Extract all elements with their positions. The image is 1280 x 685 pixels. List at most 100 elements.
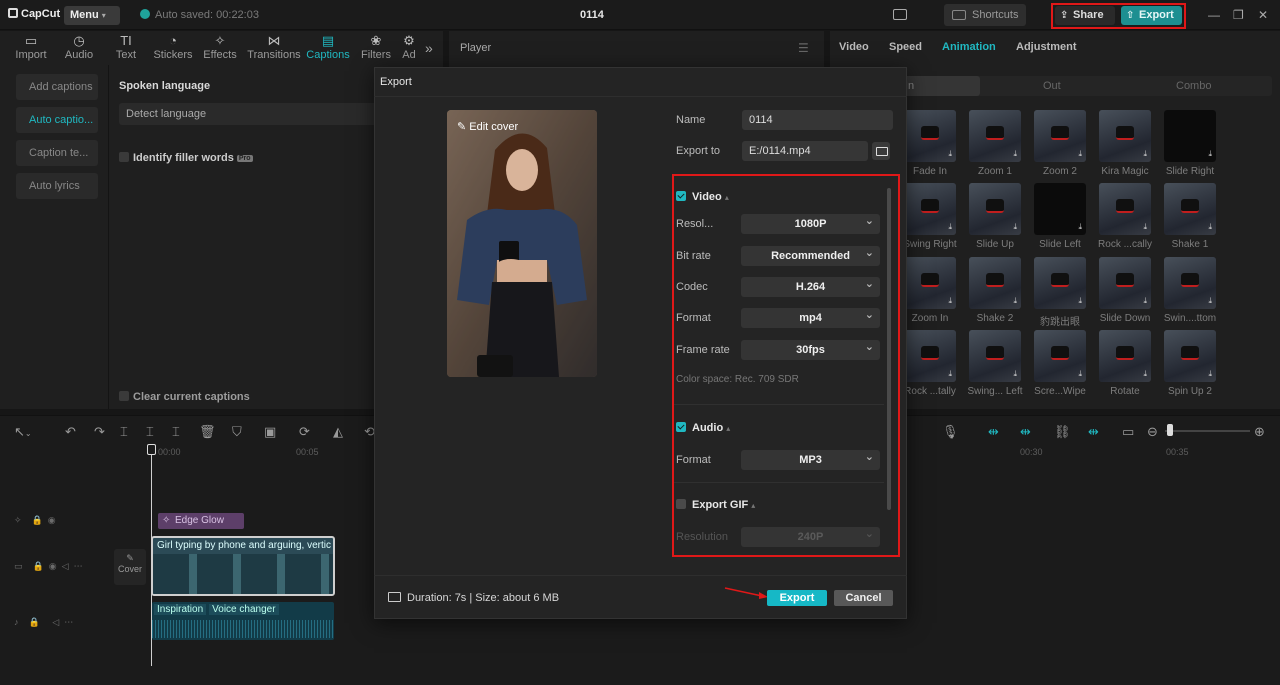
delete-icon[interactable]: 🗑: [199, 424, 216, 440]
side-item-add-captions[interactable]: Add captions: [16, 74, 98, 100]
more-tools-icon[interactable]: »: [425, 40, 433, 56]
playhead-handle[interactable]: [147, 444, 156, 455]
resolution-select[interactable]: 1080P: [741, 211, 880, 234]
animation-thumbnail[interactable]: ⤓: [1034, 257, 1086, 309]
download-icon[interactable]: ⤓: [1013, 149, 1017, 159]
animation-thumbnail[interactable]: ⤓: [1099, 110, 1151, 162]
microphone-icon[interactable]: 🎙: [942, 424, 959, 440]
cancel-button[interactable]: Cancel: [834, 590, 893, 606]
animation-thumbnail[interactable]: ⤓: [1164, 183, 1216, 235]
animation-thumbnail[interactable]: ⤓: [1099, 257, 1151, 309]
folder-icon[interactable]: [872, 142, 890, 160]
tool-transitions[interactable]: ⋈ Transitions: [246, 33, 302, 61]
preview-axis-icon[interactable]: ⇹: [1088, 424, 1099, 440]
animation-thumbnail[interactable]: ⤓: [969, 183, 1021, 235]
video-checkbox[interactable]: [676, 191, 686, 201]
zoom-slider[interactable]: [1165, 430, 1250, 432]
download-icon[interactable]: ⤓: [1143, 222, 1147, 232]
animation-thumbnail[interactable]: ⤓: [969, 110, 1021, 162]
reverse-icon[interactable]: ⟳: [299, 424, 310, 440]
subtab-out[interactable]: Out: [1043, 80, 1061, 92]
edit-cover-button[interactable]: ✎ Edit cover: [457, 120, 518, 133]
split-right-icon[interactable]: ⌶: [172, 424, 180, 440]
auto-snap-icon[interactable]: ⇹: [1020, 424, 1031, 440]
download-icon[interactable]: ⤓: [1013, 222, 1017, 232]
playhead[interactable]: [151, 446, 152, 666]
tab-animation[interactable]: Animation: [942, 41, 996, 53]
animation-thumbnail[interactable]: ⤓: [1099, 183, 1151, 235]
cover-button[interactable]: ✎ Cover: [114, 549, 146, 585]
link-icon[interactable]: ⛓: [1054, 424, 1071, 440]
export-button[interactable]: Export: [767, 590, 827, 606]
caption-icon[interactable]: ▭: [1122, 424, 1134, 440]
main-video-clip[interactable]: Girl typing by phone and arguing, vertic: [151, 536, 335, 596]
download-icon[interactable]: ⤓: [1143, 296, 1147, 306]
animation-thumbnail[interactable]: ⤓: [904, 183, 956, 235]
download-icon[interactable]: ⤓: [1013, 369, 1017, 379]
download-icon[interactable]: ⤓: [1143, 149, 1147, 159]
animation-thumbnail[interactable]: ⤓: [1034, 110, 1086, 162]
minimize-icon[interactable]: —: [1208, 8, 1220, 22]
side-item-caption-template[interactable]: Caption te...: [16, 140, 98, 166]
frame-rate-select[interactable]: 30fps: [741, 337, 880, 360]
mute-icon[interactable]: ◁: [62, 561, 69, 571]
animation-thumbnail[interactable]: ⤓: [904, 257, 956, 309]
download-icon[interactable]: ⤓: [1078, 149, 1082, 159]
download-icon[interactable]: ⤓: [948, 149, 952, 159]
side-item-auto-captions[interactable]: Auto captio...: [16, 107, 98, 133]
close-icon[interactable]: ✕: [1258, 8, 1268, 22]
animation-thumbnail[interactable]: ⤓: [904, 330, 956, 382]
cover-preview[interactable]: [447, 110, 597, 377]
animation-thumbnail[interactable]: ⤓: [969, 257, 1021, 309]
share-button[interactable]: ⇪ Share: [1055, 6, 1115, 25]
more-icon[interactable]: ⋯: [64, 617, 73, 627]
download-icon[interactable]: ⤓: [1208, 222, 1212, 232]
audio-format-select[interactable]: MP3: [741, 447, 880, 470]
download-icon[interactable]: ⤓: [1078, 222, 1082, 232]
animation-thumbnail[interactable]: ⤓: [1099, 330, 1151, 382]
split-icon[interactable]: ⌶: [120, 424, 128, 440]
tab-video[interactable]: Video: [839, 41, 869, 53]
download-icon[interactable]: ⤓: [1208, 369, 1212, 379]
freeze-icon[interactable]: ▣: [264, 424, 276, 440]
download-icon[interactable]: ⤓: [1013, 296, 1017, 306]
main-track-magnet-icon[interactable]: ⇹: [988, 424, 999, 440]
animation-thumbnail[interactable]: ⤓: [1164, 257, 1216, 309]
mark-icon[interactable]: ⛉: [232, 424, 242, 440]
layout-icon[interactable]: [893, 9, 907, 20]
zoom-slider-handle[interactable]: [1167, 424, 1173, 436]
redo-icon[interactable]: ↷: [94, 424, 105, 440]
name-input[interactable]: 0114: [742, 110, 893, 130]
download-icon[interactable]: ⤓: [1143, 369, 1147, 379]
eye-icon[interactable]: ◉: [48, 515, 56, 525]
shortcuts-button[interactable]: Shortcuts: [944, 4, 1026, 26]
select-tool-icon[interactable]: ↖⌄: [14, 424, 32, 440]
filler-words-option[interactable]: Identify filler words Pro: [119, 152, 253, 164]
tool-text[interactable]: TI Text: [103, 33, 149, 61]
clear-captions-checkbox[interactable]: [119, 391, 129, 401]
tool-filters[interactable]: ❀ Filters: [353, 33, 399, 61]
maximize-icon[interactable]: ❐: [1233, 8, 1244, 22]
gif-section-header[interactable]: Export GIF ▴: [676, 499, 755, 511]
lock-icon[interactable]: 🔒: [32, 515, 43, 525]
tab-speed[interactable]: Speed: [889, 41, 922, 53]
settings-scrollbar[interactable]: [887, 188, 891, 510]
audio-section-header[interactable]: Audio ▴: [676, 422, 730, 434]
download-icon[interactable]: ⤓: [1078, 369, 1082, 379]
download-icon[interactable]: ⤓: [1078, 296, 1082, 306]
mirror-icon[interactable]: ◭: [333, 424, 343, 440]
mute-icon[interactable]: ◁: [52, 617, 59, 627]
animation-thumbnail[interactable]: ⤓: [1164, 110, 1216, 162]
animation-thumbnail[interactable]: ⤓: [904, 110, 956, 162]
language-select[interactable]: Detect language: [119, 103, 379, 125]
tool-effects[interactable]: ✧ Effects: [197, 33, 243, 61]
tool-stickers[interactable]: ◔ Stickers: [150, 33, 196, 61]
tool-captions[interactable]: ▤ Captions: [305, 33, 351, 61]
audio-checkbox[interactable]: [676, 422, 686, 432]
animation-thumbnail[interactable]: ⤓: [1164, 330, 1216, 382]
zoom-in-icon[interactable]: ⊕: [1254, 424, 1265, 440]
animation-thumbnail[interactable]: ⤓: [1034, 183, 1086, 235]
video-section-header[interactable]: Video ▴: [676, 191, 729, 203]
tool-adjust[interactable]: ⚙ Ad: [394, 33, 424, 61]
format-select[interactable]: mp4: [741, 305, 880, 328]
